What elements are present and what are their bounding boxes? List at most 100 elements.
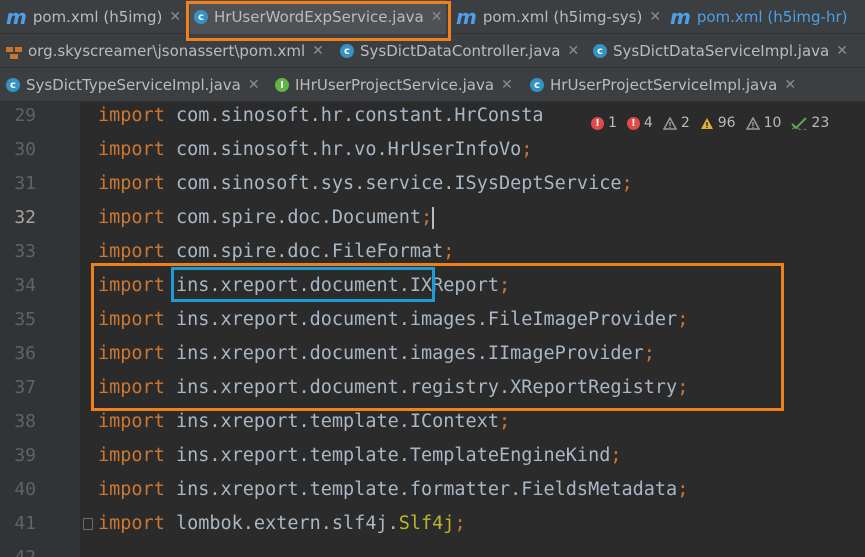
code-line[interactable]: 39 import ins.xreport.template.TemplateE…	[0, 439, 865, 473]
error-icon: !	[591, 116, 604, 130]
code-line[interactable]: 42	[0, 541, 865, 557]
close-icon[interactable]: ✕	[649, 9, 661, 25]
import-path: ins.xreport.template.formatter.FieldsMet…	[175, 479, 678, 500]
errors-count[interactable]: ! 1	[591, 115, 617, 131]
checkmark-icon	[791, 116, 808, 130]
code-line[interactable]: 37 import ins.xreport.document.registry.…	[0, 371, 865, 405]
tab-pom-h5img-sys[interactable]: m pom.xml (h5img-sys) ✕	[456, 0, 661, 34]
warning-icon	[700, 117, 713, 129]
fold-marker-icon[interactable]	[83, 518, 93, 530]
semicolon: ;	[610, 445, 622, 466]
maven-icon: m	[670, 5, 691, 29]
close-icon[interactable]: ✕	[836, 43, 848, 59]
semicolon: ;	[521, 139, 533, 160]
import-keyword: import	[98, 207, 165, 228]
tab-ihruserprojectservice[interactable]: I IHrUserProjectService.java ✕	[275, 68, 515, 102]
typo-icon	[745, 116, 760, 130]
import-path: ins.xreport.template.TemplateEngineKind	[175, 445, 611, 466]
line-number: 37	[14, 377, 36, 398]
import-path: com.sinosoft.sys.service.ISysDeptService	[175, 173, 622, 194]
tab-pom-h5img[interactable]: m pom.xml (h5img) ✕	[6, 0, 182, 34]
import-path: ins.xreport.template.IContext	[175, 411, 499, 432]
tab-label: SysDictDataServiceImpl.java	[613, 42, 830, 60]
import-path: com.sinosoft.hr.vo.HrUserInfoVo	[175, 139, 522, 160]
line-number: 32	[14, 207, 36, 228]
close-icon[interactable]: ✕	[567, 43, 579, 59]
tab-label: pom.xml (h5img-sys)	[482, 8, 643, 26]
class-icon: c	[530, 78, 544, 92]
semicolon: ;	[498, 411, 511, 432]
import-keyword: import	[98, 445, 165, 466]
line-number: 30	[14, 139, 36, 160]
tab-sysdicttypeserviceimpl[interactable]: c SysDictTypeServiceImpl.java ✕	[6, 68, 262, 102]
code-line[interactable]: 34 import ins.xreport.document.IXReport;	[0, 269, 865, 303]
import-path: ins.xreport.document.registry.XReportReg…	[175, 377, 678, 398]
close-icon[interactable]: ✕	[784, 77, 796, 93]
code-line[interactable]: 33 import com.spire.doc.FileFormat;	[0, 235, 865, 269]
code-line[interactable]: 38 import ins.xreport.template.IContext;	[0, 405, 865, 439]
tab-label: IHrUserProjectService.java	[295, 76, 495, 94]
semicolon: ;	[677, 479, 689, 500]
code-line[interactable]: 35 import ins.xreport.document.images.Fi…	[0, 303, 865, 337]
import-path: ins.xreport.document.images.FileImagePro…	[175, 309, 678, 330]
typos-count[interactable]: 10	[745, 115, 781, 131]
tab-label: HrUserWordExpService.java	[214, 8, 424, 26]
editor-tab-row-3: c SysDictTypeServiceImpl.java ✕ I IHrUse…	[0, 68, 865, 102]
code-line[interactable]: 30 import com.sinosoft.hr.vo.HrUserInfoV…	[0, 133, 865, 167]
close-icon[interactable]: ✕	[431, 9, 443, 25]
errors-count-secondary[interactable]: ! 4	[626, 115, 653, 131]
semicolon: ;	[677, 377, 689, 398]
import-keyword: import	[98, 105, 165, 126]
import-keyword: import	[98, 377, 165, 398]
code-editor[interactable]: 29 import com.sinosoft.hr.constant.HrCon…	[0, 102, 865, 557]
code-line-current[interactable]: 32 import com.spire.doc.Document;	[0, 201, 865, 235]
warnings-count[interactable]: 96	[700, 115, 736, 131]
line-number: 34	[14, 275, 36, 296]
import-keyword: import	[98, 411, 165, 432]
code-line[interactable]: 36 import ins.xreport.document.images.II…	[0, 337, 865, 371]
interface-icon: I	[275, 78, 289, 92]
editor-tab-row-2: org.skyscreamer\jsonassert\pom.xml ✕ c S…	[0, 34, 865, 68]
semicolon: ;	[421, 207, 433, 228]
line-number: 31	[14, 173, 36, 194]
import-path: com.spire.doc.FileFormat	[175, 241, 444, 262]
code-line[interactable]: 40 import ins.xreport.template.formatter…	[0, 473, 865, 507]
tab-label: org.skyscreamer\jsonassert\pom.xml	[28, 42, 306, 60]
line-number: 35	[14, 309, 36, 330]
tab-pom-h5img-hr[interactable]: m pom.xml (h5img-hr)	[670, 0, 865, 34]
class-icon: c	[340, 44, 354, 58]
close-icon[interactable]: ✕	[169, 9, 181, 25]
maven-icon: m	[456, 5, 477, 29]
line-number: 41	[14, 513, 36, 534]
annotation-class: Slf4j	[398, 513, 455, 534]
tab-sysdictdataserviceimpl[interactable]: c SysDictDataServiceImpl.java ✕	[593, 34, 865, 68]
line-number: 33	[14, 241, 36, 262]
tab-label: SysDictDataController.java	[360, 42, 561, 60]
passed-count[interactable]: 23	[791, 115, 829, 131]
class-icon: c	[194, 10, 208, 24]
inspection-widget[interactable]: ! 1 ! 4 2 96 10 23	[579, 108, 838, 138]
editor-tab-row-1: m pom.xml (h5img) ✕ c HrUserWordExpServi…	[0, 0, 865, 34]
tab-hruserprojectserviceimpl[interactable]: c HrUserProjectServiceImpl.java ✕	[530, 68, 800, 102]
code-line[interactable]: 31 import com.sinosoft.sys.service.ISysD…	[0, 167, 865, 201]
semicolon: ;	[621, 173, 633, 194]
error-icon: !	[626, 116, 640, 130]
close-icon[interactable]: ✕	[501, 77, 513, 93]
line-number: 29	[14, 105, 36, 126]
code-line[interactable]: 41 import lombok.extern.slf4j.Slf4j;	[0, 507, 865, 541]
text-caret	[432, 207, 435, 229]
import-keyword: import	[98, 173, 165, 194]
line-number: 39	[14, 445, 36, 466]
tab-hruserwordexpservice[interactable]: c HrUserWordExpService.java ✕	[190, 0, 446, 34]
import-path: ins.xreport.document.IXReport	[175, 275, 499, 296]
close-icon[interactable]: ✕	[248, 77, 260, 93]
maven-icon: m	[6, 5, 27, 29]
close-icon[interactable]: ✕	[312, 43, 324, 59]
tab-jsonassert-pom[interactable]: org.skyscreamer\jsonassert\pom.xml ✕	[6, 34, 326, 68]
import-path: com.sinosoft.hr.constant.HrConsta	[175, 105, 544, 126]
line-number: 40	[14, 479, 36, 500]
tab-sysdictdatacontroller[interactable]: c SysDictDataController.java ✕	[340, 34, 580, 68]
import-keyword: import	[98, 275, 165, 296]
import-path: com.spire.doc.Document	[175, 207, 422, 228]
weak-warnings-count[interactable]: 2	[662, 115, 690, 131]
